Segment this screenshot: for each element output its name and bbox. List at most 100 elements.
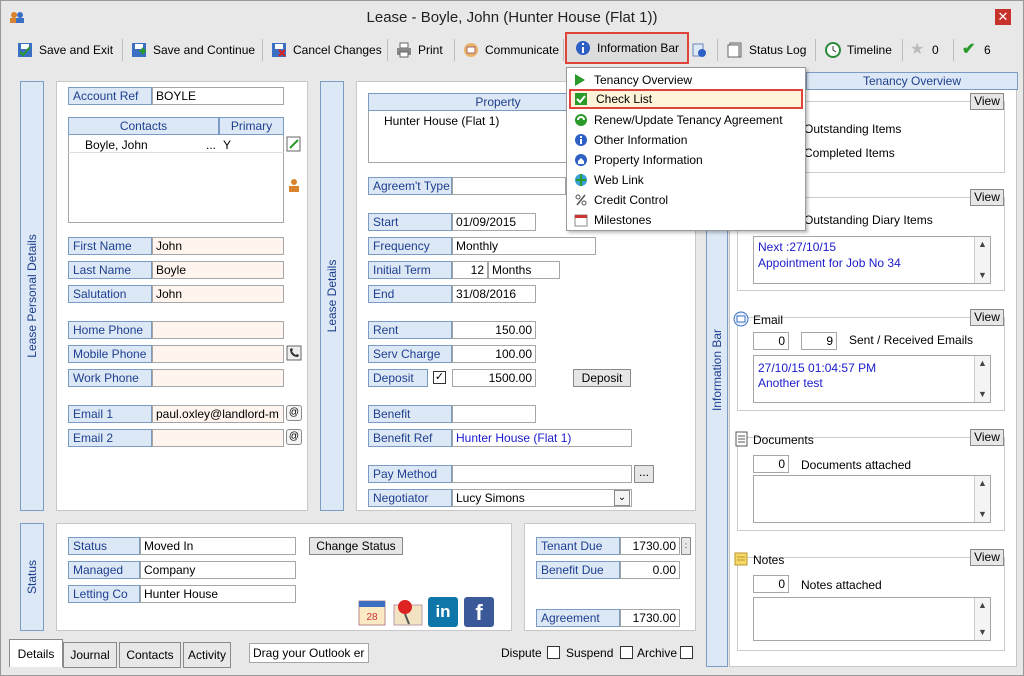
notes-list[interactable] <box>753 597 991 641</box>
outlook-drop-zone[interactable]: Drag your Outlook er <box>249 643 369 663</box>
add-contact-icon[interactable] <box>286 177 302 193</box>
contact-name[interactable]: Boyle, John <box>85 138 148 152</box>
deposit-field[interactable]: 1500.00 <box>452 369 536 387</box>
close-button[interactable]: ✕ <box>995 9 1011 25</box>
chevron-down-icon[interactable]: ⌄ <box>614 490 630 506</box>
initial-term-unit[interactable]: Months <box>488 261 560 279</box>
email1-at-icon[interactable]: @ <box>286 405 302 421</box>
facebook-icon[interactable]: f <box>464 597 494 627</box>
email-scrollbar[interactable]: ▲ ▼ <box>974 356 990 402</box>
mobile-phone-field[interactable] <box>152 345 284 363</box>
benefit-field[interactable] <box>452 405 536 423</box>
letting-co-field[interactable]: Hunter House <box>140 585 296 603</box>
tab-contacts[interactable]: Contacts <box>119 642 181 668</box>
scroll-up-icon[interactable]: ▲ <box>975 476 990 491</box>
email1-field[interactable]: paul.oxley@landlord-m <box>152 405 284 423</box>
tenant-due-field[interactable]: 1730.00 <box>620 537 680 555</box>
end-field[interactable]: 31/08/2016 <box>452 285 536 303</box>
deposit-checkbox[interactable]: ✓ <box>433 371 446 384</box>
menu-item-tenancy-overview[interactable]: Tenancy Overview <box>569 70 803 90</box>
property-row[interactable]: Hunter House (Flat 1) <box>384 114 499 128</box>
calendar-icon[interactable]: 28 <box>357 597 387 627</box>
deposit-button[interactable]: Deposit <box>573 369 631 387</box>
star-button[interactable]: ★ 0 <box>910 35 939 65</box>
salutation-field[interactable]: John <box>152 285 284 303</box>
agreement-type-field[interactable] <box>452 177 566 195</box>
edit-contact-icon[interactable] <box>286 136 302 152</box>
information-bar-button[interactable]: Information Bar <box>565 32 690 64</box>
pay-method-field[interactable] <box>452 465 632 483</box>
scroll-down-icon[interactable]: ▼ <box>975 625 990 640</box>
scroll-down-icon[interactable]: ▼ <box>975 268 990 283</box>
cancel-changes-button[interactable]: Cancel Changes <box>271 35 382 65</box>
map-pin-icon[interactable] <box>392 597 424 627</box>
menu-item-check-list[interactable]: Check List <box>569 89 803 109</box>
linkedin-icon[interactable]: in <box>428 597 458 627</box>
scroll-up-icon[interactable]: ▲ <box>975 356 990 371</box>
tenant-due-button[interactable]: : <box>681 537 691 555</box>
email2-field[interactable] <box>152 429 284 447</box>
menu-item-web-link[interactable]: Web Link <box>569 170 803 190</box>
notes-view-button[interactable]: View <box>970 549 1004 566</box>
save-continue-button[interactable]: Save and Continue <box>131 35 255 65</box>
scroll-up-icon[interactable]: ▲ <box>975 598 990 613</box>
documents-list[interactable] <box>753 475 991 523</box>
start-field[interactable]: 01/09/2015 <box>452 213 536 231</box>
first-name-field[interactable]: John <box>152 237 284 255</box>
lease-personal-details-tab[interactable]: Lease Personal Details <box>20 81 44 511</box>
tab-activity[interactable]: Activity <box>183 642 231 668</box>
menu-item-property-information[interactable]: Property Information <box>569 150 803 170</box>
serv-charge-field[interactable]: 100.00 <box>452 345 536 363</box>
communicate-icon <box>464 43 478 57</box>
email-view-button[interactable]: View <box>970 309 1004 326</box>
home-phone-field[interactable] <box>152 321 284 339</box>
scroll-up-icon[interactable]: ▲ <box>975 237 990 252</box>
documents-scrollbar[interactable]: ▲ ▼ <box>974 476 990 522</box>
suspend-checkbox[interactable] <box>620 646 633 659</box>
managed-label: Managed <box>68 561 140 579</box>
scroll-down-icon[interactable]: ▼ <box>975 387 990 402</box>
info-extra-button[interactable] <box>691 35 713 65</box>
menu-item-other-information[interactable]: Other Information <box>569 130 803 150</box>
status-tab[interactable]: Status <box>20 523 44 631</box>
managed-field[interactable]: Company <box>140 561 296 579</box>
contacts-column-header[interactable]: Contacts <box>68 117 219 135</box>
timeline-button[interactable]: Timeline <box>825 35 892 65</box>
change-status-button[interactable]: Change Status <box>309 537 403 555</box>
benefit-ref-field[interactable]: Hunter House (Flat 1) <box>452 429 632 447</box>
phone-icon[interactable] <box>286 345 302 361</box>
documents-view-button[interactable]: View <box>970 429 1004 446</box>
diary-scrollbar[interactable]: ▲ ▼ <box>974 237 990 283</box>
dispute-checkbox[interactable] <box>547 646 560 659</box>
menu-item-credit-control[interactable]: Credit Control <box>569 190 803 210</box>
rent-field[interactable]: 150.00 <box>452 321 536 339</box>
benefit-due-field[interactable]: 0.00 <box>620 561 680 579</box>
communicate-button[interactable]: Communicate <box>463 35 559 65</box>
save-exit-button[interactable]: Save and Exit <box>17 35 113 65</box>
pay-method-browse-button[interactable]: ... <box>634 465 654 483</box>
scroll-down-icon[interactable]: ▼ <box>975 507 990 522</box>
archive-checkbox[interactable] <box>680 646 693 659</box>
tab-details[interactable]: Details <box>9 639 63 667</box>
frequency-field[interactable]: Monthly <box>452 237 596 255</box>
menu-item-renew-update[interactable]: Renew/Update Tenancy Agreement <box>569 110 803 130</box>
negotiator-select[interactable]: Lucy Simons <box>452 489 632 507</box>
check-list-view-button[interactable]: View <box>970 93 1004 110</box>
tenancy-overview-icon <box>575 74 585 86</box>
diary-view-button[interactable]: View <box>970 189 1004 206</box>
notes-scrollbar[interactable]: ▲ ▼ <box>974 598 990 640</box>
status-field[interactable]: Moved In <box>140 537 296 555</box>
initial-term-field[interactable]: 12 <box>452 261 488 279</box>
check-button[interactable]: ✔ 6 <box>962 35 991 65</box>
email2-at-icon[interactable]: @ <box>286 429 302 445</box>
agreement-field[interactable]: 1730.00 <box>620 609 680 627</box>
account-ref-field[interactable]: BOYLE <box>152 87 284 105</box>
primary-column-header[interactable]: Primary <box>219 117 284 135</box>
last-name-field[interactable]: Boyle <box>152 261 284 279</box>
work-phone-field[interactable] <box>152 369 284 387</box>
print-button[interactable]: Print <box>396 35 443 65</box>
menu-item-milestones[interactable]: Milestones <box>569 210 803 230</box>
status-log-button[interactable]: Status Log <box>727 35 806 65</box>
lease-details-tab[interactable]: Lease Details <box>320 81 344 511</box>
tab-journal[interactable]: Journal <box>63 642 117 668</box>
